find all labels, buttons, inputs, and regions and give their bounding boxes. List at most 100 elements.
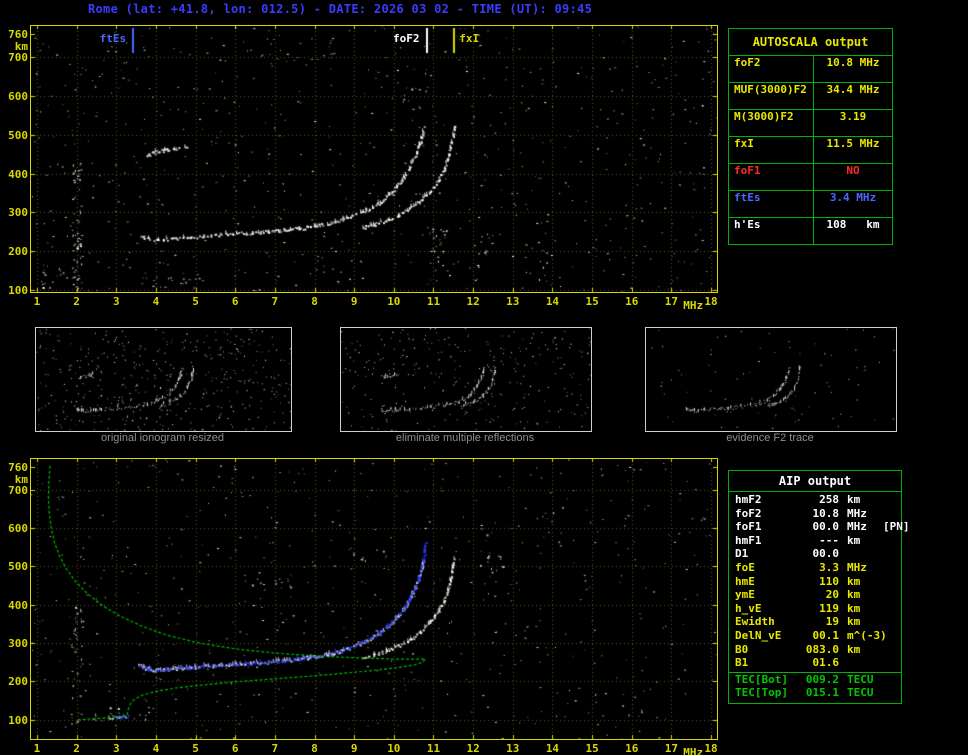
y-tick-label: 100 — [8, 713, 28, 727]
x-axis-unit-label: MHz — [683, 746, 704, 755]
param-label: TEC[Top] — [735, 686, 788, 700]
param-unit: km — [847, 533, 861, 547]
y-tick-label: 600 — [8, 522, 28, 536]
x-tick-label: 9 — [350, 742, 358, 755]
thumbnail-canvas-evidence — [646, 328, 896, 431]
param-value: 3.3 — [819, 560, 839, 574]
param-label: hmE — [735, 574, 755, 588]
y-tick-label: 400 — [8, 167, 28, 181]
param-name: M(3000)F2 — [734, 110, 794, 123]
x-tick-label: 11 — [426, 742, 441, 755]
table-row: M(3000)F2 3.19 — [729, 110, 892, 137]
x-tick-label: 9 — [350, 295, 358, 308]
param-unit: km — [847, 588, 861, 602]
param-label: h_vE — [735, 601, 762, 615]
param-unit: MHz — [847, 560, 867, 574]
trace-marker-label-ftes: ftEs — [99, 32, 127, 45]
table-row: ymE 20 km — [729, 588, 901, 602]
x-tick-label: 15 — [585, 742, 599, 755]
y-tick-label: 300 — [8, 637, 28, 651]
param-name: MUF(3000)F2 — [734, 83, 807, 96]
param-unit: km — [847, 642, 861, 656]
table-row: foF1 NO — [729, 164, 892, 191]
table-row: foE 3.3 MHz — [729, 561, 901, 575]
x-tick-label: 6 — [231, 742, 239, 755]
autoscala-output-table: AUTOSCALA output foF2 10.8 MHz MUF(3000)F2… — [728, 28, 893, 245]
ionogram-plot-top: ftEs foF2 fxI 100 200 300 400 500 600 700 760 km 1 2 3… — [8, 25, 718, 312]
table-row: h_vE 119 km — [729, 602, 901, 616]
table-row: Ewidth 19 km — [729, 615, 901, 629]
x-tick-label: 1 — [33, 295, 41, 308]
param-label: hmF1 — [735, 533, 762, 547]
param-unit — [839, 547, 881, 561]
x-tick-label: 14 — [545, 742, 560, 755]
param-value: 10.8 — [812, 506, 840, 520]
param-unit: TECU — [847, 686, 874, 700]
x-tick-label: 7 — [271, 742, 279, 755]
autoscala-screen: Rome (lat: +41.8, lon: 012.5) - DATE: 20… — [0, 0, 968, 755]
param-value: 34.4 MHz — [813, 83, 892, 109]
param-value: 00.0 — [812, 547, 840, 561]
y-tick-label: 200 — [8, 245, 28, 259]
table-row: hmF2 258 km — [729, 493, 901, 507]
param-note — [881, 615, 901, 629]
param-unit — [839, 656, 881, 670]
param-label: TEC[Bot] — [735, 672, 788, 686]
param-value: 00.1 — [812, 628, 840, 642]
x-tick-label: 4 — [152, 742, 160, 755]
table-row: MUF(3000)F2 34.4 MHz — [729, 83, 892, 110]
param-note — [881, 588, 901, 602]
thumbnail-eliminate-reflections — [340, 327, 592, 432]
x-tick-label: 10 — [387, 295, 401, 308]
x-tick-label: 4 — [152, 295, 160, 308]
x-tick-label: 13 — [506, 742, 520, 755]
param-value: 015.1 — [805, 686, 839, 700]
param-note — [881, 575, 901, 589]
ionogram-plot-bottom: 100 200 300 400 500 600 700 760 km 1 2 3 4 5 6 7 8 9 10 11 1… — [8, 458, 718, 755]
param-value: 108 km — [813, 218, 892, 244]
table-row: foF1 00.0 MHz [PN] — [729, 520, 910, 534]
param-unit: MHz — [847, 520, 867, 534]
param-note — [881, 686, 901, 700]
table-row: fxI 11.5 MHz — [729, 137, 892, 164]
table-row: foF2 10.8 MHz — [729, 56, 892, 83]
x-tick-label: 11 — [426, 295, 441, 308]
table-row: D1 00.0 — [729, 547, 901, 561]
param-value: 20 — [825, 588, 839, 602]
table-row: ftEs 3.4 MHz — [729, 191, 892, 218]
param-name: ftEs — [734, 191, 761, 204]
table-row: TEC[Bot] 009.2 TECU — [729, 671, 901, 687]
x-tick-label: 13 — [506, 295, 520, 308]
param-unit: km — [847, 615, 861, 629]
param-unit: km — [847, 601, 861, 615]
x-tick-label: 3 — [112, 295, 120, 308]
param-note — [881, 561, 901, 575]
param-value: 3.4 MHz — [813, 191, 892, 217]
param-label: Ewidth — [735, 615, 775, 629]
x-tick-label: 3 — [112, 742, 120, 755]
table-row: foF2 10.8 MHz — [729, 507, 901, 521]
param-name: fxI — [734, 137, 754, 150]
param-value: 083.0 — [805, 642, 839, 656]
trace-marker-label-fxi: fxI — [459, 32, 480, 45]
table-row: h'Es 108 km — [729, 218, 892, 244]
param-label: foF2 — [735, 506, 762, 520]
param-label: D1 — [735, 547, 749, 561]
table-row: hmE 110 km — [729, 575, 901, 589]
table-row: DelN_vE 00.1 m^(-3) — [729, 629, 901, 643]
param-unit: km — [847, 493, 861, 506]
x-tick-label: 5 — [192, 295, 199, 308]
x-axis-unit-label: MHz — [683, 299, 704, 312]
param-value: 119 — [819, 601, 839, 615]
autoscala-table-title: AUTOSCALA output — [729, 29, 892, 56]
thumbnail-caption-evidence: evidence F2 trace — [726, 432, 814, 444]
trace-marker-label-fof2: foF2 — [393, 32, 420, 45]
x-tick-label: 2 — [73, 742, 80, 755]
y-tick-label: 500 — [8, 560, 28, 574]
aip-table-body: hmF2 258 km foF2 10.8 MHz foF1 00.0 MHz [PN] hmF1 -… — [729, 492, 910, 703]
x-tick-label: 7 — [271, 295, 279, 308]
param-value: NO — [813, 164, 892, 190]
autoscala-table-body: foF2 10.8 MHz MUF(3000)F2 34.4 MHz M(3000)F2… — [729, 56, 892, 244]
x-tick-label: 5 — [192, 742, 199, 755]
y-tick-label: 600 — [8, 89, 28, 103]
